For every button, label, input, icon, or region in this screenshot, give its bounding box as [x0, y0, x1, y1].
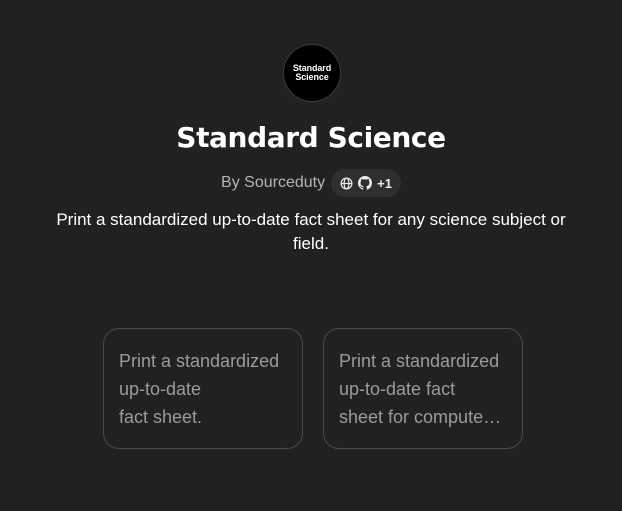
- gpt-title: Standard Science: [176, 121, 446, 154]
- starter-text-line: fact sheet.: [119, 407, 203, 427]
- starter-text-line: Print a standardized: [339, 351, 500, 371]
- gpt-avatar: Standard Science: [283, 44, 341, 102]
- starter-text-line: Print a standardized: [119, 351, 280, 371]
- author-label: By Sourceduty: [221, 174, 326, 191]
- conversation-starter-card[interactable]: Print a standardized up-to-date fact she…: [323, 328, 523, 449]
- links-pill[interactable]: +1: [331, 169, 401, 197]
- starter-text-line: up-to-date fact: [339, 379, 456, 399]
- avatar-text-line2: Science: [295, 72, 329, 82]
- github-icon[interactable]: [358, 176, 373, 190]
- byline: By Sourceduty +1: [0, 169, 622, 197]
- conversation-starter-card[interactable]: Print a standardized up-to-date fact she…: [103, 328, 303, 449]
- starter-text-line: up-to-date: [119, 379, 202, 399]
- starter-text-line: sheet for compute…: [339, 407, 502, 427]
- extra-links-count[interactable]: +1: [377, 176, 392, 191]
- globe-icon[interactable]: [340, 177, 353, 190]
- gpt-description: Print a standardized up-to-date fact she…: [56, 210, 566, 253]
- gpt-intro-page: Standard Science Standard Science By Sou…: [0, 0, 622, 511]
